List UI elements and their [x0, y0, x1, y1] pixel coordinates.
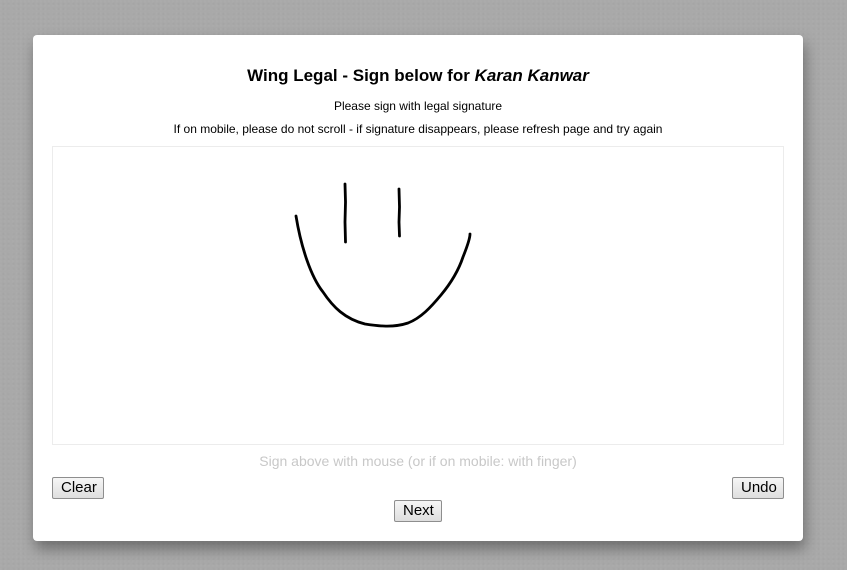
- signature-card: Wing Legal - Sign below for Karan Kanwar…: [33, 35, 803, 541]
- signature-drawing: [294, 182, 472, 328]
- signature-stroke-curve: [294, 214, 472, 328]
- next-button[interactable]: Next: [394, 500, 442, 522]
- signature-pad[interactable]: [52, 146, 784, 445]
- instruction-text: Please sign with legal signature: [333, 99, 503, 113]
- undo-button[interactable]: Undo: [732, 477, 784, 499]
- page-title: Wing Legal - Sign below for Karan Kanwar: [33, 66, 803, 86]
- title-prefix: Wing Legal - Sign below for: [247, 66, 475, 85]
- signature-stroke-left: [343, 182, 347, 244]
- signer-name: Karan Kanwar: [474, 66, 589, 85]
- mobile-note-text: If on mobile, please do not scroll - if …: [173, 122, 663, 136]
- signature-stroke-right: [397, 187, 401, 238]
- clear-button[interactable]: Clear: [52, 477, 104, 499]
- signature-hint: Sign above with mouse (or if on mobile: …: [259, 453, 577, 469]
